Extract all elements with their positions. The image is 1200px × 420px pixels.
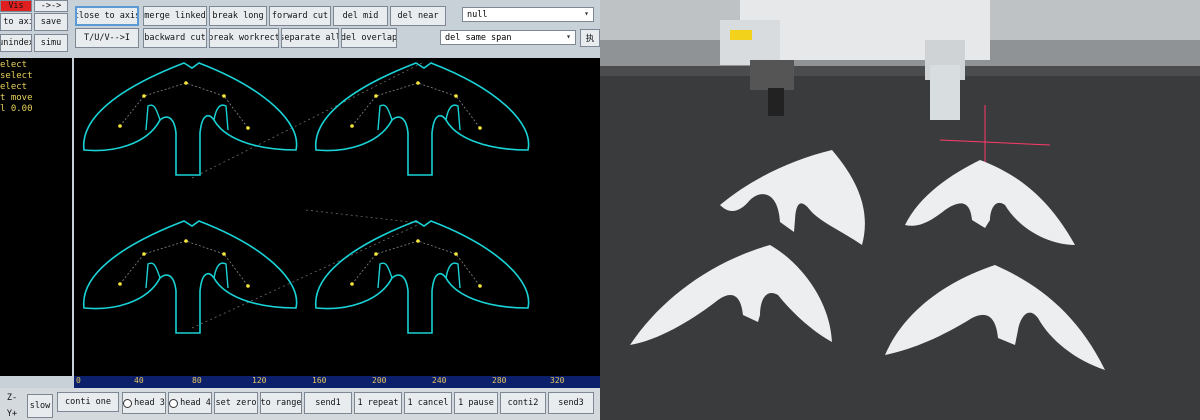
conti2-label: conti2 xyxy=(507,398,539,408)
backward-cut-button[interactable]: backward cut xyxy=(143,28,207,48)
slow-button[interactable]: slow xyxy=(27,394,53,418)
vis-button-label: Vis xyxy=(8,1,24,11)
next-button[interactable]: ->-> xyxy=(34,0,68,12)
drawing-canvas[interactable] xyxy=(74,58,600,376)
y-plus-text: Y+ xyxy=(6,408,18,419)
to-range-label: to range xyxy=(260,398,302,408)
backward-cut-label: backward cut xyxy=(144,33,206,43)
cutting-table-photo xyxy=(600,0,1200,420)
ruler-tick: 80 xyxy=(192,376,202,385)
console-panel: elect select elect t move l 0.00 xyxy=(0,58,72,376)
repeat-button[interactable]: 1 repeat xyxy=(354,392,402,414)
pattern-piece[interactable] xyxy=(314,220,530,334)
ruler-tick: 120 xyxy=(252,376,267,385)
dropdown-mode[interactable]: null ▾ xyxy=(462,7,594,22)
merge-linked-button[interactable]: merge linked xyxy=(143,6,207,26)
merge-linked-label: merge linked xyxy=(144,11,206,21)
dropdown-delete-mode[interactable]: del same span ▾ xyxy=(440,30,576,45)
send1-button[interactable]: send1 xyxy=(304,392,352,414)
console-line: elect xyxy=(0,60,28,70)
next-button-label: ->-> xyxy=(40,1,62,11)
z-to-axis-button[interactable]: Z to axis xyxy=(0,13,32,31)
head-3-option[interactable]: head 3 xyxy=(122,392,166,414)
del-overlap-label: del overlap xyxy=(341,33,397,43)
chevron-down-icon: ▾ xyxy=(584,9,589,18)
ruler-tick: 320 xyxy=(550,376,565,385)
execute-button[interactable]: 执 xyxy=(580,29,600,47)
break-workrect-label: break workrect xyxy=(209,33,279,43)
close-to-axis-label: close to axis xyxy=(75,11,139,21)
horizontal-ruler: 0 40 80 120 160 200 240 280 320 xyxy=(74,376,600,388)
cutter-software-window: Vis ->-> Z to axis save unindex simu clo… xyxy=(0,0,600,420)
console-line: l 0.00 xyxy=(0,104,33,114)
break-long-label: break long xyxy=(212,11,264,21)
cutting-table-illustration xyxy=(600,0,1200,420)
separate-all-label: separate all xyxy=(281,33,339,43)
forward-cut-button[interactable]: forward cut xyxy=(269,6,331,26)
set-zero-label: set zero xyxy=(215,398,257,408)
execute-button-label: 执 xyxy=(585,34,595,44)
cancel-button[interactable]: 1 cancel xyxy=(404,392,452,414)
dropdown-delete-mode-value: del same span xyxy=(445,32,512,43)
set-zero-button[interactable]: set zero xyxy=(214,392,258,414)
del-mid-label: del mid xyxy=(342,11,379,21)
cancel-label: 1 cancel xyxy=(407,398,449,408)
tuv-to-i-button[interactable]: T/U/V-->I xyxy=(75,28,139,48)
radio-icon xyxy=(169,398,179,408)
ruler-tick: 240 xyxy=(432,376,447,385)
cut-layout-svg xyxy=(82,62,530,334)
bottom-control-bar: Z- Y+ slow conti one head 3 head 4 set z… xyxy=(0,388,600,420)
break-long-button[interactable]: break long xyxy=(209,6,267,26)
forward-cut-label: forward cut xyxy=(271,11,329,21)
send1-label: send1 xyxy=(315,398,341,408)
pause-label: 1 pause xyxy=(458,398,494,408)
pattern-piece[interactable] xyxy=(82,220,298,334)
z-to-axis-label: Z to axis xyxy=(1,17,31,27)
ruler-tick: 40 xyxy=(134,376,144,385)
dropdown-mode-value: null xyxy=(467,9,488,20)
ruler-tick: 200 xyxy=(372,376,387,385)
vis-button[interactable]: Vis xyxy=(0,0,32,12)
del-mid-button[interactable]: del mid xyxy=(333,6,388,26)
simu-button-label: simu xyxy=(40,38,62,48)
close-to-axis-button[interactable]: close to axis xyxy=(75,6,139,26)
console-line: select xyxy=(0,71,33,81)
pattern-piece[interactable] xyxy=(82,62,298,176)
console-line: t move xyxy=(0,93,33,103)
ruler-tick: 160 xyxy=(312,376,327,385)
chevron-down-icon: ▾ xyxy=(566,32,571,41)
del-near-button[interactable]: del near xyxy=(390,6,446,26)
head-4-label: head 4 xyxy=(180,398,211,408)
save-button[interactable]: save xyxy=(34,13,68,31)
del-overlap-button[interactable]: del overlap xyxy=(341,28,397,48)
conti2-button[interactable]: conti2 xyxy=(500,392,546,414)
console-line: elect xyxy=(0,82,28,92)
tuv-to-i-label: T/U/V-->I xyxy=(83,33,131,43)
simu-button[interactable]: simu xyxy=(34,34,68,52)
del-near-label: del near xyxy=(397,11,439,21)
break-workrect-button[interactable]: break workrect xyxy=(209,28,279,48)
z-minus-text: Z- xyxy=(6,393,18,403)
z-minus-label: Z- xyxy=(0,391,24,405)
conti-one-button[interactable]: conti one xyxy=(57,392,119,412)
to-range-button[interactable]: to range xyxy=(260,392,302,414)
slow-button-label: slow xyxy=(29,401,51,411)
y-plus-label: Y+ xyxy=(0,407,24,420)
repeat-label: 1 repeat xyxy=(357,398,399,408)
unindex-button[interactable]: unindex xyxy=(0,34,32,52)
head-4-option[interactable]: head 4 xyxy=(168,392,212,414)
send3-button[interactable]: send3 xyxy=(548,392,594,414)
ruler-tick: 0 xyxy=(76,376,81,385)
unindex-button-label: unindex xyxy=(1,38,32,48)
ruler-tick: 280 xyxy=(492,376,507,385)
save-button-label: save xyxy=(40,17,62,27)
pattern-piece[interactable] xyxy=(314,62,530,176)
pause-button[interactable]: 1 pause xyxy=(454,392,498,414)
send3-label: send3 xyxy=(558,398,584,408)
separate-all-button[interactable]: separate all xyxy=(281,28,339,48)
radio-icon xyxy=(123,398,133,408)
conti-one-label: conti one xyxy=(64,397,112,407)
head-3-label: head 3 xyxy=(134,398,165,408)
